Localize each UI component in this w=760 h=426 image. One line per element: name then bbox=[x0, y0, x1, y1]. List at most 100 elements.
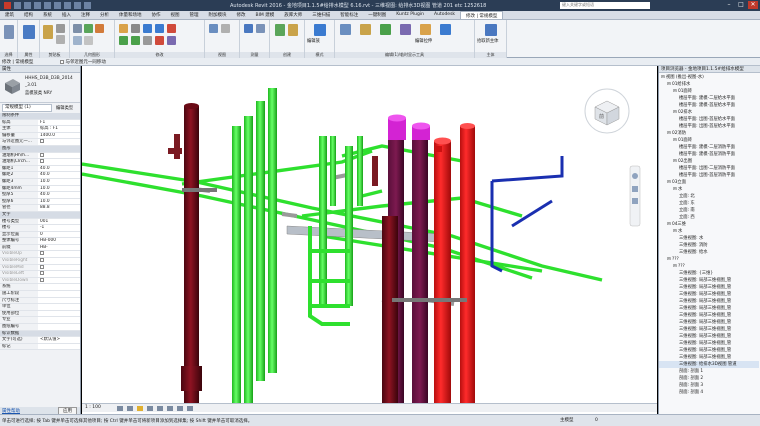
tab-12[interactable]: BIM 建模 bbox=[251, 11, 280, 19]
dimension-icon[interactable] bbox=[256, 24, 265, 33]
browser-item[interactable]: 剖面: 剖面 4 bbox=[659, 389, 703, 396]
property-value[interactable] bbox=[38, 271, 80, 277]
browser-item[interactable]: 立面: 西 bbox=[659, 214, 695, 221]
browser-item[interactable]: 三维视图: 局部三维视图_管 bbox=[659, 298, 731, 305]
property-checkbox[interactable] bbox=[40, 159, 44, 164]
property-section[interactable]: 限制条件 bbox=[0, 113, 80, 120]
array-icon[interactable] bbox=[167, 36, 176, 45]
mirror-icon[interactable] bbox=[143, 24, 152, 33]
browser-item[interactable]: 剖面: 剖面 3 bbox=[659, 382, 703, 389]
browser-item[interactable]: ⊟ 02消防 bbox=[659, 130, 686, 137]
browser-item[interactable]: 三维视图: 局部三维视图_管 bbox=[659, 291, 731, 298]
property-value[interactable] bbox=[38, 317, 80, 323]
browser-item[interactable]: 楼层平面: 出图-二层消防平面 bbox=[659, 165, 735, 172]
browser-item[interactable]: ⊟ 水 bbox=[659, 228, 682, 235]
tab-16[interactable]: 一键制图 bbox=[363, 11, 391, 19]
browser-item[interactable]: 三维视图: 给排水3D视图 管道 bbox=[659, 361, 759, 368]
property-value[interactable]: 40.0 bbox=[38, 172, 80, 178]
browser-item[interactable]: 楼层平面: 出图-首层给水平面 bbox=[659, 116, 735, 123]
delete-icon[interactable] bbox=[155, 36, 164, 45]
rotate-icon[interactable] bbox=[131, 36, 140, 45]
property-value[interactable]: HB-000 bbox=[38, 238, 80, 244]
property-value[interactable]: -1 bbox=[38, 225, 80, 231]
tool-f-icon[interactable] bbox=[440, 24, 451, 35]
browser-item[interactable]: 楼层平面: 建模-二层消防平面 bbox=[659, 144, 735, 151]
3d-view-icon[interactable] bbox=[74, 2, 81, 9]
tab-3[interactable]: 插入 bbox=[57, 11, 76, 19]
property-value[interactable]: 1400.0 bbox=[38, 132, 80, 139]
copy-element-icon[interactable] bbox=[119, 36, 128, 45]
tab-13[interactable]: 族库大师 bbox=[279, 11, 307, 19]
property-value[interactable] bbox=[38, 324, 80, 330]
property-value[interactable]: 40.0 bbox=[38, 165, 80, 172]
shadows-icon[interactable] bbox=[147, 406, 153, 411]
cut-geometry-icon[interactable] bbox=[84, 24, 93, 33]
browser-item[interactable]: 三维视图: 局部三维视图_管 bbox=[659, 354, 731, 361]
workset-label[interactable]: 主模型 bbox=[560, 418, 574, 423]
tab-17[interactable]: Kuntz Plugin bbox=[391, 11, 429, 19]
property-section[interactable]: 标识数据 bbox=[0, 330, 80, 338]
browser-item[interactable]: 剖面: 剖面 2 bbox=[659, 375, 703, 382]
property-value[interactable]: 88.8 bbox=[38, 205, 80, 211]
edit-family-icon[interactable] bbox=[314, 24, 326, 36]
property-section[interactable]: 图形 bbox=[0, 145, 80, 153]
property-section[interactable]: 文字 bbox=[0, 211, 80, 219]
join-icon[interactable] bbox=[95, 24, 104, 33]
property-checkbox[interactable] bbox=[40, 139, 44, 144]
tool-e-icon[interactable] bbox=[420, 24, 431, 35]
property-value[interactable] bbox=[38, 159, 80, 165]
tab-7[interactable]: 协作 bbox=[147, 11, 166, 19]
property-value[interactable] bbox=[38, 258, 80, 264]
visual-style-icon[interactable] bbox=[127, 406, 133, 411]
browser-item[interactable]: 楼层平面: 出图-首层给水平面 bbox=[659, 123, 735, 130]
measure-tool-icon[interactable] bbox=[244, 24, 253, 33]
tab-4[interactable]: 注释 bbox=[76, 11, 95, 19]
property-value[interactable]: F1 bbox=[38, 119, 80, 126]
browser-item[interactable]: 三维视图: 消防 bbox=[659, 242, 708, 249]
browser-item[interactable]: 三维视图: 局部三维视图_管 bbox=[659, 277, 731, 284]
reveal-icon[interactable] bbox=[187, 406, 193, 411]
property-value[interactable] bbox=[38, 310, 80, 317]
minimize-icon[interactable]: – bbox=[724, 1, 734, 9]
property-value[interactable]: 10.0 bbox=[38, 185, 80, 192]
browser-item[interactable]: 立面: 北 bbox=[659, 193, 695, 200]
close-icon[interactable]: ✕ bbox=[748, 1, 758, 9]
browser-item[interactable]: 三维视图: {三维} bbox=[659, 270, 713, 277]
tool-d-icon[interactable] bbox=[400, 24, 411, 35]
property-value[interactable] bbox=[38, 152, 80, 159]
property-checkbox[interactable] bbox=[40, 152, 44, 157]
cut-icon[interactable] bbox=[56, 24, 65, 33]
property-value[interactable]: 0 bbox=[38, 231, 80, 238]
browser-item[interactable]: 三维视图: 局部三维视图_管 bbox=[659, 312, 731, 319]
measure-icon[interactable] bbox=[64, 2, 71, 9]
browser-item[interactable]: 剖面: 剖面 1 bbox=[659, 368, 703, 375]
crop-icon[interactable] bbox=[157, 406, 163, 411]
property-value[interactable] bbox=[38, 251, 80, 258]
split-face-icon[interactable] bbox=[73, 36, 82, 45]
align-icon[interactable] bbox=[119, 24, 128, 33]
browser-item[interactable]: 楼层平面: 建模-首层消防平面 bbox=[659, 151, 735, 158]
property-value[interactable] bbox=[38, 297, 80, 304]
edit-type-button[interactable]: 编辑类型 bbox=[56, 105, 73, 111]
property-checkbox[interactable] bbox=[40, 258, 44, 263]
create-parts-icon[interactable] bbox=[288, 24, 298, 36]
move-icon[interactable] bbox=[155, 24, 164, 33]
browser-item[interactable]: 楼层平面: 建模-二层给水平面 bbox=[659, 95, 735, 102]
browser-item[interactable]: 三维视图: 给水 bbox=[659, 249, 708, 256]
paste-icon[interactable] bbox=[43, 25, 53, 39]
property-value[interactable] bbox=[38, 304, 80, 310]
tab-18[interactable]: Autodesk bbox=[429, 11, 460, 19]
nav-bar[interactable] bbox=[629, 165, 641, 227]
property-value[interactable] bbox=[38, 264, 80, 271]
tab-15[interactable]: 智能标注 bbox=[335, 11, 363, 19]
edit-family-button[interactable]: 编辑族 bbox=[307, 38, 320, 44]
browser-item[interactable]: ⊟ 视图 (推出-视图-水) bbox=[659, 74, 704, 81]
pipe-model-drawing[interactable]: 前 bbox=[82, 66, 657, 414]
property-checkbox[interactable] bbox=[40, 251, 44, 256]
browser-item[interactable]: 三维视图: 局部三维视图_管 bbox=[659, 340, 731, 347]
browser-item[interactable]: 立面: 东 bbox=[659, 200, 695, 207]
browser-item[interactable]: 三维视图: 局部三维视图_管 bbox=[659, 305, 731, 312]
sun-path-icon[interactable] bbox=[137, 406, 143, 411]
view-scale[interactable]: 1 : 100 bbox=[85, 405, 101, 410]
create-group-icon[interactable] bbox=[275, 24, 285, 36]
